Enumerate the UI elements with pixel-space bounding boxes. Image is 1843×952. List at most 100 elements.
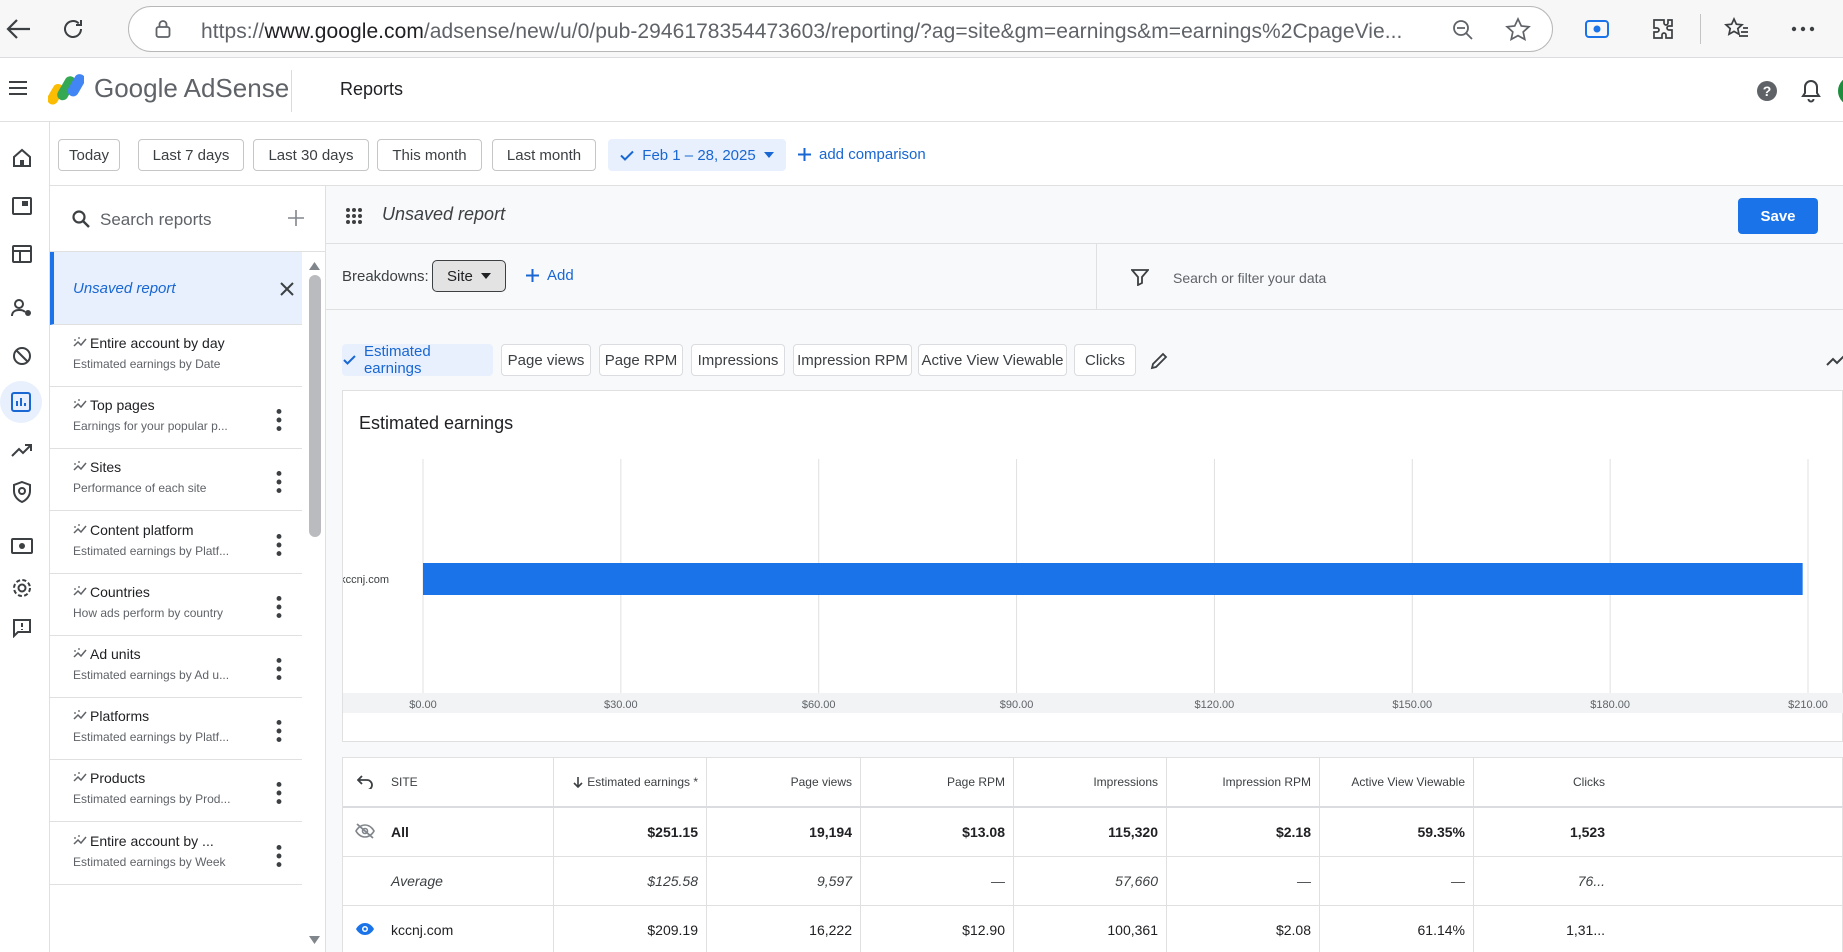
chip-last-7-days[interactable]: Last 7 days: [138, 139, 244, 171]
more-options-icon[interactable]: [270, 533, 288, 556]
optimization-icon[interactable]: [4, 432, 40, 468]
more-menu-icon[interactable]: [1788, 14, 1818, 44]
add-comparison-button[interactable]: add comparison: [798, 146, 926, 163]
metric-page-rpm[interactable]: Page RPM: [599, 344, 683, 376]
zoom-out-icon[interactable]: [1451, 18, 1475, 47]
hamburger-menu-icon[interactable]: [8, 80, 28, 101]
report-item[interactable]: Sites Performance of each site: [50, 449, 302, 512]
filter-funnel-icon[interactable]: [1131, 268, 1149, 286]
metric-clicks[interactable]: Clicks: [1074, 344, 1136, 376]
column-header-estimated-earnings[interactable]: Estimated earnings *: [553, 758, 706, 806]
report-item[interactable]: Entire account by day Estimated earnings …: [50, 325, 302, 387]
edit-pencil-icon[interactable]: [1150, 352, 1168, 370]
reports-icon[interactable]: [0, 381, 42, 423]
metric-page-views[interactable]: Page views: [501, 344, 591, 376]
row-label: Average: [391, 873, 443, 889]
scroll-up-arrow-icon[interactable]: [309, 262, 320, 270]
more-options-icon[interactable]: [270, 595, 288, 618]
report-item[interactable]: Products Estimated earnings by Prod...: [50, 760, 302, 823]
table-row[interactable]: Average $125.58 9,597—57,660— —76...: [343, 857, 1843, 906]
blocking-controls-icon[interactable]: [4, 338, 40, 374]
row-label: kccnj.com: [391, 922, 454, 938]
column-header-page-rpm[interactable]: Page RPM: [860, 758, 1013, 806]
trend-icon: [73, 337, 87, 347]
chart-type-icon[interactable]: [1826, 354, 1843, 366]
table-cell: —: [1319, 857, 1473, 905]
new-report-plus-icon[interactable]: [288, 210, 304, 226]
payments-icon[interactable]: [4, 528, 40, 564]
more-options-icon[interactable]: [270, 409, 288, 432]
add-breakdown-button[interactable]: Add: [526, 267, 574, 284]
chip-last-30-days[interactable]: Last 30 days: [253, 139, 369, 171]
chip-last-month[interactable]: Last month: [492, 139, 596, 171]
home-icon[interactable]: [4, 140, 40, 176]
report-search[interactable]: Search reports: [50, 186, 325, 252]
table-row[interactable]: kccnj.com $209.19 16,222 $12.90 100,361 $2.08…: [343, 906, 1843, 952]
extensions-puzzle-icon[interactable]: [1648, 14, 1678, 44]
report-item-unsaved[interactable]: Unsaved report: [50, 252, 302, 325]
more-options-icon[interactable]: [270, 782, 288, 805]
more-options-icon[interactable]: [270, 720, 288, 743]
search-reports-input[interactable]: Search reports: [100, 210, 212, 230]
reload-icon[interactable]: [58, 14, 88, 44]
chart-card: Estimated earnings $0.00 $30.00 $60.00 $90.…: [342, 390, 1843, 742]
table-header-row: SITE Estimated earnings * Page views Pag…: [343, 758, 1843, 808]
metric-active-view-viewable[interactable]: Active View Viewable: [918, 344, 1067, 376]
more-options-icon[interactable]: [270, 844, 288, 867]
report-item[interactable]: Ad units Estimated earnings by Ad u...: [50, 636, 302, 698]
report-item[interactable]: Entire account by ... Estimated earnings …: [50, 823, 302, 885]
scroll-thumb[interactable]: [309, 275, 321, 537]
users-icon[interactable]: [4, 290, 40, 326]
brand-name: Google AdSense: [94, 73, 290, 103]
column-header-active-view-viewable[interactable]: Active View Viewable: [1319, 758, 1473, 806]
table-cell: 61.14%: [1319, 906, 1473, 952]
ads-icon[interactable]: [4, 188, 40, 224]
more-options-icon[interactable]: [270, 471, 288, 494]
save-button[interactable]: Save: [1738, 198, 1818, 234]
sites-icon[interactable]: [4, 236, 40, 272]
date-range-selector[interactable]: Feb 1 – 28, 2025: [608, 139, 786, 171]
x-tick-label: $30.00: [604, 699, 638, 711]
notifications-bell-icon[interactable]: [1801, 79, 1821, 108]
bookmark-star-icon[interactable]: [1505, 17, 1531, 48]
report-item-title: Entire account by day: [90, 335, 225, 351]
column-header-site[interactable]: SITE: [343, 758, 553, 806]
feedback-icon[interactable]: [4, 610, 40, 646]
metric-impression-rpm[interactable]: Impression RPM: [793, 344, 912, 376]
chip-today[interactable]: Today: [58, 139, 120, 171]
metric-impressions[interactable]: Impressions: [691, 344, 785, 376]
filter-input[interactable]: Search or filter your data: [1173, 270, 1326, 286]
avatar[interactable]: [1838, 76, 1843, 106]
scroll-down-arrow-icon[interactable]: [309, 936, 320, 944]
column-header-clicks[interactable]: Clicks: [1473, 758, 1613, 806]
screen-capture-icon[interactable]: [1582, 14, 1612, 44]
metric-estimated-earnings[interactable]: Estimated earnings: [342, 343, 493, 377]
report-item[interactable]: Countries How ads perform by country: [50, 574, 302, 636]
earnings-bar-chart: $0.00 $30.00 $60.00 $90.00 $120.00 $150.00 $18…: [343, 459, 1843, 713]
back-arrow-icon[interactable]: [4, 14, 34, 44]
more-options-icon[interactable]: [270, 658, 288, 680]
breakdown-site-dropdown[interactable]: Site: [432, 260, 506, 292]
close-icon[interactable]: [280, 282, 294, 296]
table-cell: 76...: [1473, 857, 1613, 905]
report-item-subtitle: How ads perform by country: [73, 605, 224, 620]
chip-this-month[interactable]: This month: [377, 139, 482, 171]
report-item-title: Platforms: [90, 708, 150, 725]
help-icon[interactable]: ?: [1756, 80, 1778, 107]
report-item[interactable]: Content platform Estimated earnings by Pl…: [50, 512, 302, 574]
column-header-impression-rpm[interactable]: Impression RPM: [1166, 758, 1319, 806]
settings-gear-icon[interactable]: [4, 570, 40, 606]
address-bar[interactable]: https://www.google.com/adsense/new/u/0/p…: [128, 6, 1553, 52]
sidebar-scrollbar[interactable]: [302, 252, 325, 952]
apps-grid-icon[interactable]: [346, 208, 362, 224]
report-item[interactable]: Top pages Earnings for your popular p...: [50, 387, 302, 450]
privacy-shield-icon[interactable]: [4, 474, 40, 510]
table-cell: $13.08: [860, 808, 1013, 856]
column-header-page-views[interactable]: Page views: [706, 758, 860, 806]
column-header-impressions[interactable]: Impressions: [1013, 758, 1166, 806]
table-row[interactable]: All $251.15 19,194 $13.08 115,320 $2.18 59.35%…: [343, 808, 1843, 857]
report-item[interactable]: Platforms Estimated earnings by Platf...: [50, 698, 302, 761]
favorites-icon[interactable]: [1722, 14, 1752, 44]
table-cell: 100,361: [1013, 906, 1166, 952]
report-name[interactable]: Unsaved report: [382, 204, 505, 225]
